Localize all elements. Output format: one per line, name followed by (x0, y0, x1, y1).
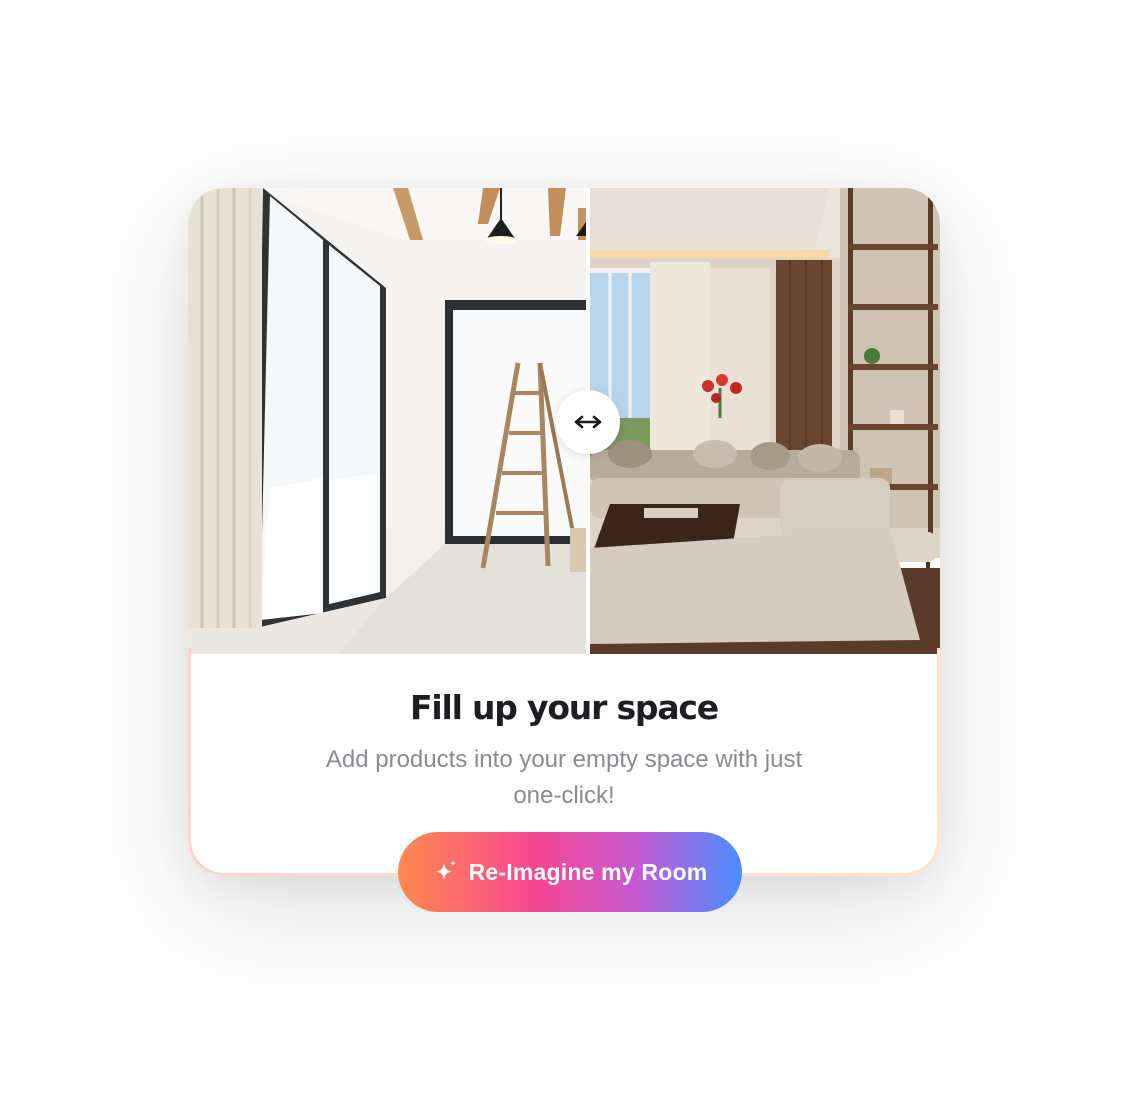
sparkle-icon (435, 860, 456, 880)
feature-card: Fill up your space Add products into you… (188, 188, 940, 876)
comparison-slider-handle[interactable] (556, 390, 620, 454)
horizontal-arrows-icon (574, 415, 602, 429)
before-image-empty-room (188, 188, 586, 654)
reimagine-room-button[interactable]: Re-Imagine my Room (398, 832, 742, 912)
stage: Fill up your space Add products into you… (0, 0, 1128, 1100)
before-after-comparison[interactable] (188, 188, 940, 654)
card-subtitle: Add products into your empty space with … (325, 746, 803, 809)
reimagine-room-button-label: Re-Imagine my Room (468, 858, 708, 885)
after-image-furnished-room (590, 188, 940, 654)
card-title: Fill up your space (410, 688, 719, 727)
